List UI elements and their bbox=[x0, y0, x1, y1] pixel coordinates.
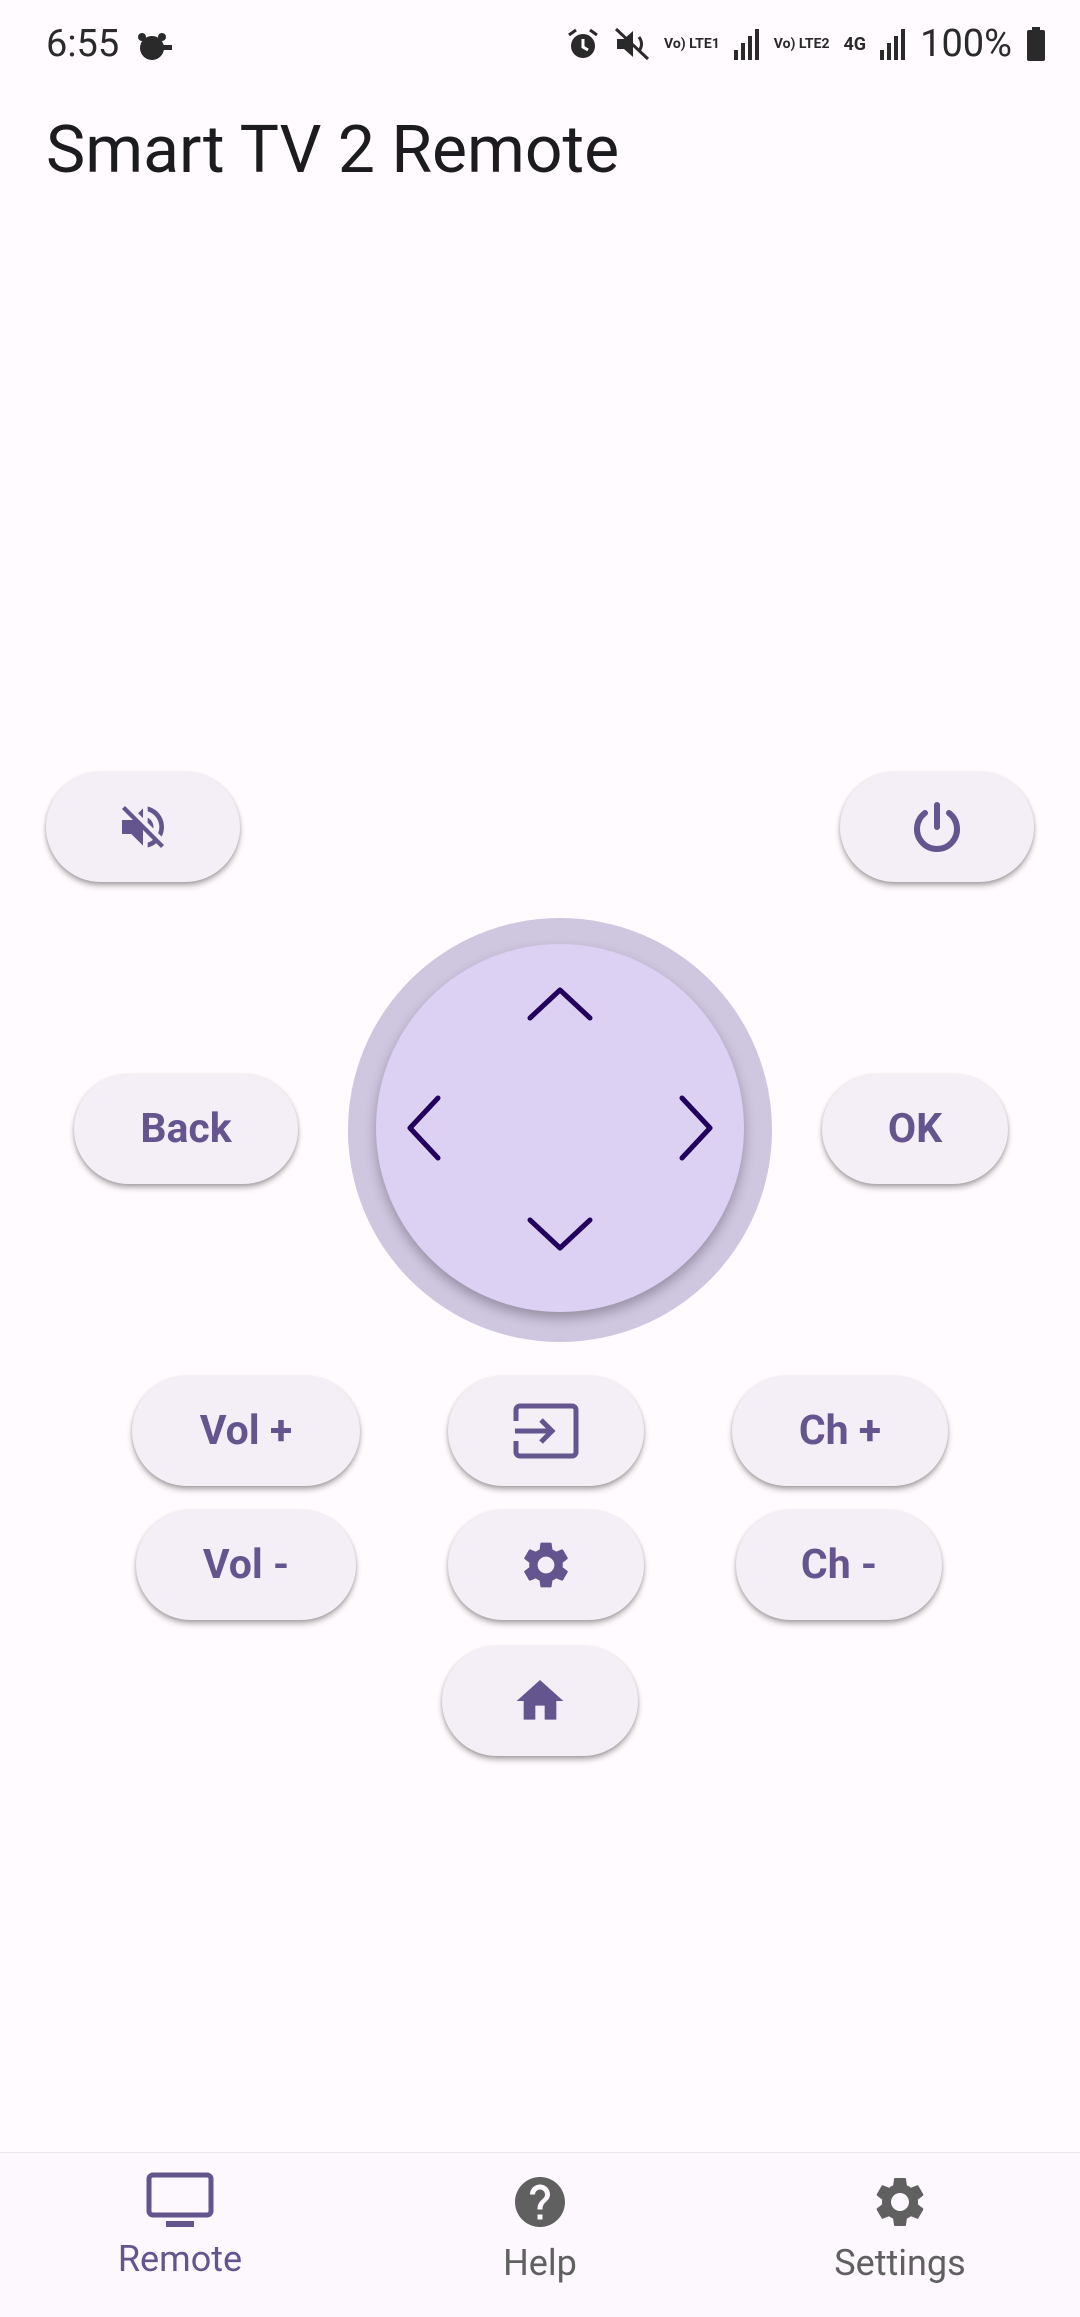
chevron-right-icon bbox=[679, 1095, 713, 1161]
power-icon bbox=[914, 802, 960, 852]
home-icon bbox=[516, 1680, 564, 1720]
mute-status-icon bbox=[614, 27, 650, 61]
sim2-label: Vo) LTE2 bbox=[773, 35, 830, 52]
battery-percent: 100% bbox=[920, 22, 1012, 66]
status-icons: Vo) LTE1 Vo) LTE2 4G 100% bbox=[566, 22, 1046, 66]
tv-icon bbox=[146, 2172, 214, 2227]
sim1-label: Vo) LTE1 bbox=[664, 35, 720, 52]
gear-icon bbox=[524, 1542, 568, 1588]
dpad-down-button[interactable] bbox=[520, 1210, 600, 1264]
input-icon bbox=[513, 1403, 579, 1459]
settings-button[interactable] bbox=[448, 1510, 644, 1620]
dpad-up-button[interactable] bbox=[520, 978, 600, 1032]
nav-label-settings: Settings bbox=[834, 2242, 966, 2284]
nav-label-remote: Remote bbox=[117, 2238, 243, 2280]
alarm-icon bbox=[568, 28, 598, 58]
help-icon bbox=[515, 2177, 565, 2227]
back-button[interactable]: Back bbox=[74, 1074, 298, 1184]
home-button[interactable] bbox=[442, 1646, 638, 1756]
nav-item-remote[interactable]: Remote bbox=[94, 2172, 266, 2280]
channel-down-button[interactable]: Ch - bbox=[736, 1510, 942, 1620]
channel-up-button[interactable]: Ch + bbox=[732, 1376, 948, 1486]
volume-up-button[interactable]: Vol + bbox=[132, 1376, 360, 1486]
input-source-button[interactable] bbox=[448, 1376, 644, 1486]
chevron-down-icon bbox=[527, 1217, 593, 1251]
ok-button[interactable]: OK bbox=[822, 1074, 1008, 1184]
dpad-right-button[interactable] bbox=[672, 1088, 722, 1172]
notification-icon bbox=[132, 28, 174, 70]
nav-item-settings[interactable]: Settings bbox=[820, 2172, 980, 2284]
chevron-left-icon bbox=[407, 1095, 441, 1161]
nav-label-help: Help bbox=[503, 2242, 577, 2284]
signal-icon bbox=[880, 29, 906, 60]
battery-icon bbox=[1027, 27, 1045, 61]
chevron-up-icon bbox=[527, 987, 593, 1021]
signal-icon bbox=[733, 29, 759, 60]
gear-icon bbox=[876, 2178, 924, 2226]
volume-off-icon bbox=[122, 806, 164, 848]
nav-item-help[interactable]: Help bbox=[460, 2172, 620, 2284]
volume-down-button[interactable]: Vol - bbox=[136, 1510, 356, 1620]
page-title: Smart TV 2 Remote bbox=[46, 112, 620, 189]
network-label: 4G bbox=[843, 33, 867, 55]
mute-button[interactable] bbox=[46, 772, 240, 882]
dpad-left-button[interactable] bbox=[398, 1088, 448, 1172]
status-time: 6:55 bbox=[46, 22, 120, 66]
power-button[interactable] bbox=[840, 772, 1034, 882]
